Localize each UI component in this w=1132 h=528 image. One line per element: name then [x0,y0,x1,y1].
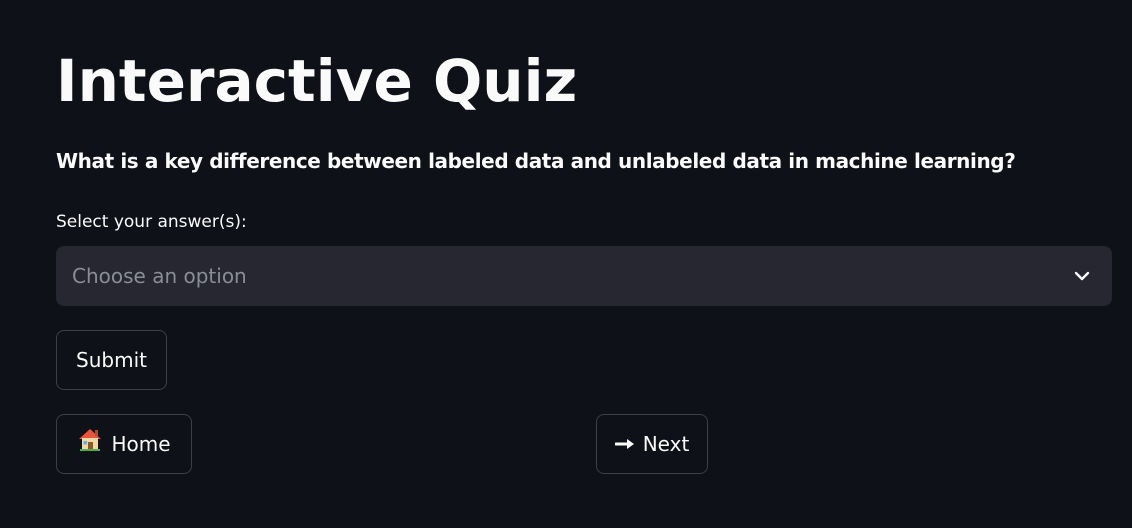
next-button[interactable]: Next [596,414,708,474]
answer-select[interactable]: Choose an option [56,246,1112,306]
next-button-label: Next [642,431,690,456]
question-text: What is a key difference between labeled… [56,149,1016,173]
arrow-right-icon [614,415,635,473]
home-button-label: Home [111,431,171,456]
answer-select-label: Select your answer(s): [56,212,247,232]
answer-select-placeholder: Choose an option [72,264,247,288]
home-button[interactable]: Home [56,414,192,474]
page-title: Interactive Quiz [56,47,578,115]
submit-button-label: Submit [76,347,147,372]
house-icon [77,415,103,473]
main-content: Interactive Quiz What is a key differenc… [0,0,1132,528]
chevron-down-icon[interactable] [1072,266,1092,286]
submit-button[interactable]: Submit [56,330,167,390]
